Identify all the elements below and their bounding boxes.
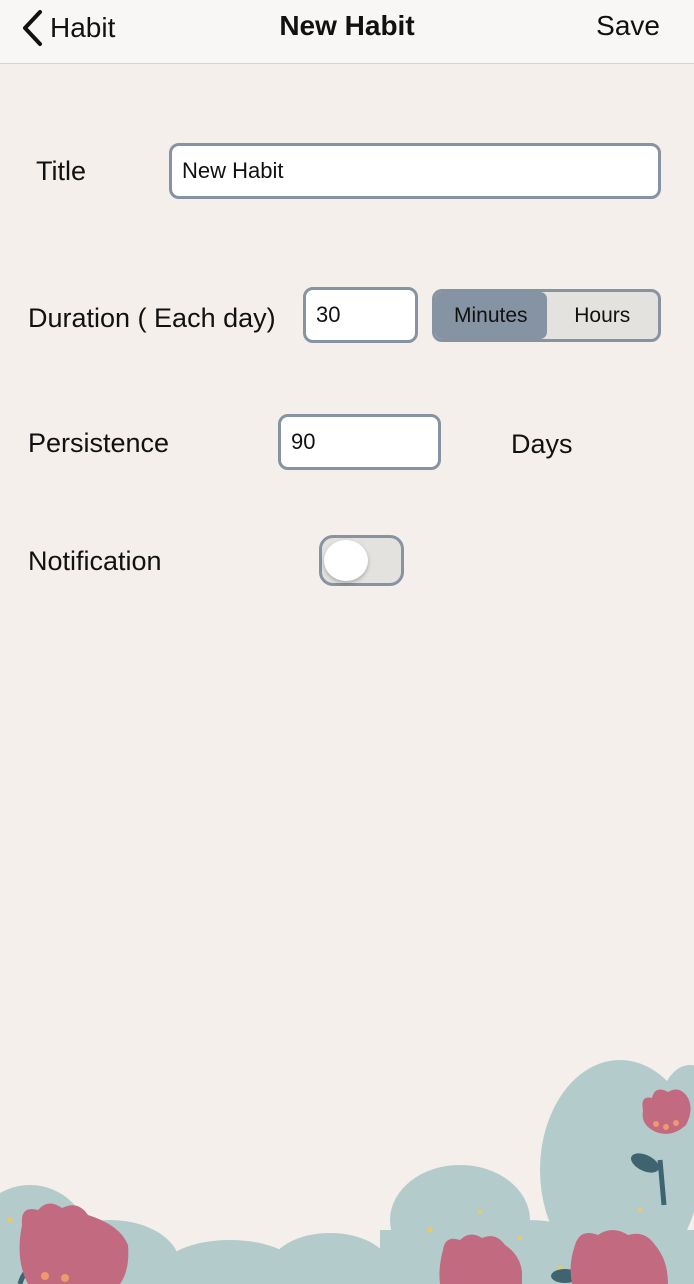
segment-hours[interactable]: Hours: [547, 292, 659, 339]
title-input[interactable]: New Habit: [169, 143, 661, 199]
persistence-input[interactable]: 90: [278, 414, 441, 470]
duration-unit-segmented-control: Minutes Hours: [432, 289, 661, 342]
page-title: New Habit: [279, 10, 415, 41]
navigation-bar: Habit New Habit Save: [0, 0, 694, 64]
save-button[interactable]: Save: [596, 10, 660, 42]
notification-toggle[interactable]: [319, 535, 404, 586]
persistence-label: Persistence: [28, 428, 170, 458]
toggle-knob: [324, 540, 368, 581]
segment-minutes[interactable]: Minutes: [435, 292, 547, 339]
title-label: Title: [36, 156, 87, 186]
duration-label: Duration ( Each day): [28, 303, 276, 333]
notification-label: Notification: [28, 546, 162, 576]
persistence-unit-label: Days: [511, 429, 573, 459]
duration-input[interactable]: 30: [303, 287, 418, 343]
flowers-illustration: [0, 1060, 694, 1284]
